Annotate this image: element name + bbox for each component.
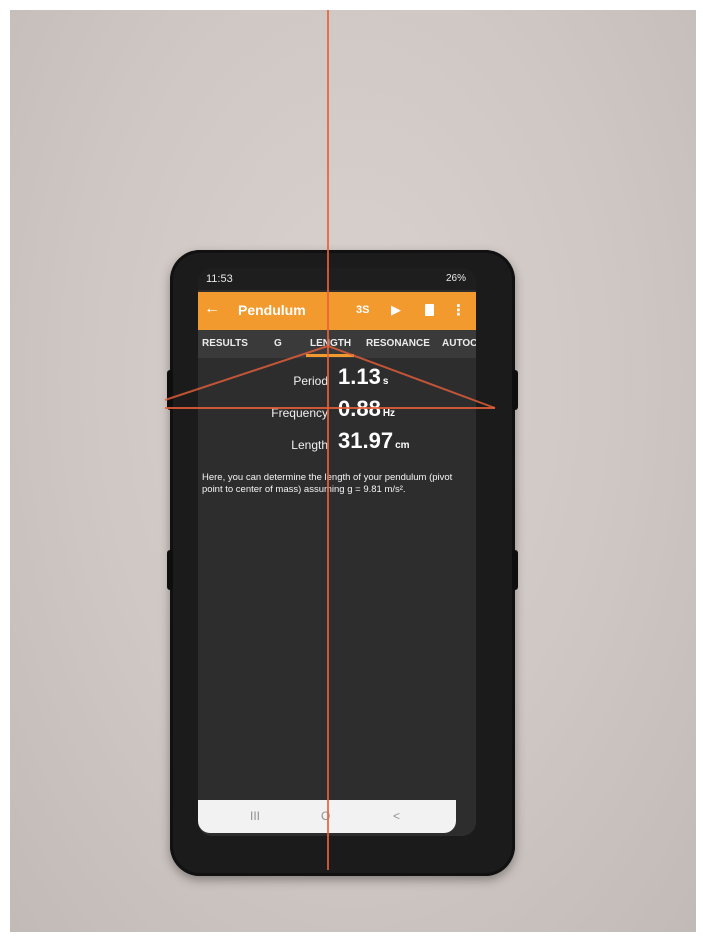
laser-diagonal-left <box>164 345 329 401</box>
laser-diagonal-right <box>327 345 496 409</box>
laser-angle-lines <box>164 345 496 409</box>
